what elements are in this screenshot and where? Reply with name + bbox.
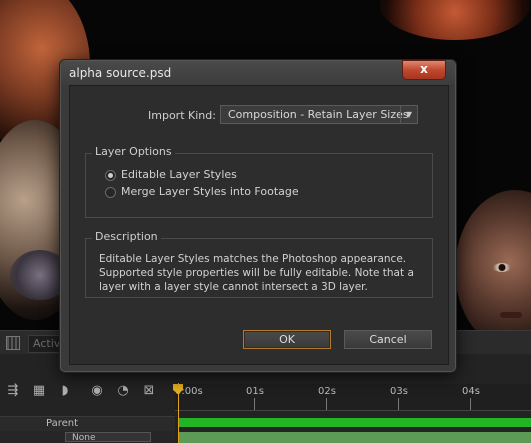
grid-icon[interactable]: [6, 336, 20, 350]
import-kind-value: Composition - Retain Layer Sizes: [228, 108, 409, 121]
ruler-tick: [326, 398, 327, 410]
description-group: Description Editable Layer Styles matche…: [85, 230, 433, 298]
radio-label: Merge Layer Styles into Footage: [121, 185, 299, 198]
image-fragment: [380, 0, 530, 40]
layer-column-header: Parent: [0, 416, 175, 431]
ruler-label: 02s: [318, 386, 336, 397]
layer-duration-bar[interactable]: [178, 432, 531, 443]
ruler-label: 03s: [390, 386, 408, 397]
ok-button[interactable]: OK: [243, 330, 331, 349]
frame-blending-icon[interactable]: ◉: [88, 384, 106, 398]
shy-layers-icon[interactable]: ◗: [56, 384, 74, 398]
import-dialog: alpha source.psd x Import Kind: Composit…: [60, 60, 456, 372]
draft-3d-icon[interactable]: ▦: [30, 384, 48, 398]
ruler-tick: [398, 398, 399, 410]
import-kind-label: Import Kind:: [148, 109, 216, 122]
radio-button-checked[interactable]: [105, 170, 116, 181]
radio-label: Editable Layer Styles: [121, 168, 237, 181]
dialog-title: alpha source.psd: [69, 66, 172, 80]
motion-blur-icon[interactable]: ◔: [114, 384, 132, 398]
parent-column-header: Parent: [46, 418, 79, 429]
description-text: Editable Layer Styles matches the Photos…: [99, 253, 414, 293]
face-eye: [493, 263, 511, 272]
face-mouth: [500, 312, 522, 318]
graph-editor-icon[interactable]: ⊠: [140, 384, 158, 398]
ruler-tick: [254, 398, 255, 410]
description-title: Description: [92, 230, 161, 243]
radio-button[interactable]: [105, 187, 116, 198]
close-icon: x: [420, 62, 428, 76]
ruler-tick: [470, 398, 471, 410]
composition-mini-flowchart-icon[interactable]: ⇶: [4, 384, 22, 398]
chevron-down-icon: ▼: [400, 106, 417, 123]
time-ruler[interactable]: 0:00s 01s 02s 03s 04s: [175, 384, 531, 411]
layer-options-title: Layer Options: [92, 145, 175, 158]
dialog-content: Import Kind: Composition - Retain Layer …: [69, 85, 449, 365]
layer-options-group: Layer Options Editable Layer Styles Merg…: [85, 145, 433, 218]
close-button[interactable]: x: [402, 60, 446, 80]
ruler-label: 01s: [246, 386, 264, 397]
parent-dropdown[interactable]: None: [65, 432, 151, 443]
ruler-label: 04s: [462, 386, 480, 397]
layer-row[interactable]: None: [0, 431, 175, 443]
dialog-titlebar[interactable]: alpha source.psd x: [61, 60, 455, 85]
work-area-bar[interactable]: [178, 418, 531, 427]
cancel-button[interactable]: Cancel: [344, 330, 432, 349]
import-kind-dropdown[interactable]: Composition - Retain Layer Sizes ▼: [220, 105, 418, 124]
face-image: [455, 190, 531, 330]
